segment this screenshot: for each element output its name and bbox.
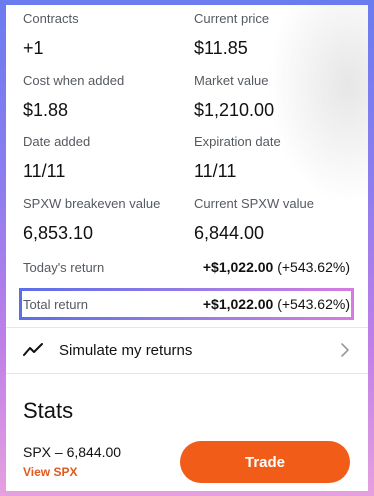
expiration-date-label: Expiration date bbox=[194, 134, 281, 149]
line-chart-icon bbox=[23, 343, 43, 356]
spx-value: SPX – 6,844.00 bbox=[23, 444, 122, 460]
simulate-returns-row[interactable]: Simulate my returns bbox=[23, 336, 350, 364]
current-price-label: Current price bbox=[194, 11, 270, 26]
total-return-amount: +$1,022.00 bbox=[202, 296, 274, 312]
total-return-percent: (+543.62%) bbox=[277, 296, 350, 312]
contracts-field: Contracts +1 bbox=[23, 11, 183, 59]
contracts-label: Contracts bbox=[23, 11, 79, 26]
todays-return-amount: +$1,022.00 bbox=[202, 259, 274, 275]
todays-return-value: +$1,022.00 (+543.62%) bbox=[203, 259, 350, 275]
view-spx-link[interactable]: View SPX bbox=[23, 465, 77, 479]
breakeven-field: SPXW breakeven value 6,853.10 bbox=[23, 196, 183, 244]
current-spxw-field: Current SPXW value 6,844.00 bbox=[194, 196, 354, 244]
current-spxw-label: Current SPXW value bbox=[194, 196, 314, 211]
cost-when-added-label: Cost when added bbox=[23, 73, 125, 88]
cost-when-added-value: $1.88 bbox=[23, 100, 69, 120]
position-details-panel: Contracts +1 Current price $11.85 Cost w… bbox=[6, 5, 368, 491]
market-value-field: Market value $1,210.00 bbox=[194, 73, 354, 121]
current-spxw-value: 6,844.00 bbox=[194, 223, 265, 243]
simulate-returns-label: Simulate my returns bbox=[59, 341, 193, 359]
market-value-value: $1,210.00 bbox=[194, 100, 275, 120]
todays-return-label: Today's return bbox=[23, 259, 105, 275]
current-price-value: $11.85 bbox=[194, 38, 248, 58]
date-added-field: Date added 11/11 bbox=[23, 134, 183, 182]
highlight-frame: Contracts +1 Current price $11.85 Cost w… bbox=[0, 0, 374, 496]
breakeven-label: SPXW breakeven value bbox=[23, 196, 161, 211]
trade-button[interactable]: Trade bbox=[180, 441, 350, 483]
cost-when-added-field: Cost when added $1.88 bbox=[23, 73, 183, 121]
contracts-value: +1 bbox=[23, 38, 44, 58]
expiration-date-value: 11/11 bbox=[194, 161, 237, 181]
stats-heading: Stats bbox=[23, 398, 74, 423]
todays-return-percent: (+543.62%) bbox=[277, 259, 350, 275]
divider bbox=[6, 373, 368, 374]
current-price-field: Current price $11.85 bbox=[194, 11, 354, 59]
market-value-label: Market value bbox=[194, 73, 269, 88]
total-return-row: Total return +$1,022.00 (+543.62%) bbox=[23, 293, 350, 315]
expiration-date-field: Expiration date 11/11 bbox=[194, 134, 354, 182]
todays-return-row: Today's return +$1,022.00 (+543.62%) bbox=[23, 256, 350, 278]
total-return-value: +$1,022.00 (+543.62%) bbox=[203, 296, 350, 312]
date-added-value: 11/11 bbox=[23, 161, 66, 181]
breakeven-value: 6,853.10 bbox=[23, 223, 94, 243]
chevron-right-icon bbox=[341, 343, 349, 357]
total-return-label: Total return bbox=[23, 296, 89, 312]
date-added-label: Date added bbox=[23, 134, 91, 149]
divider bbox=[6, 327, 368, 328]
